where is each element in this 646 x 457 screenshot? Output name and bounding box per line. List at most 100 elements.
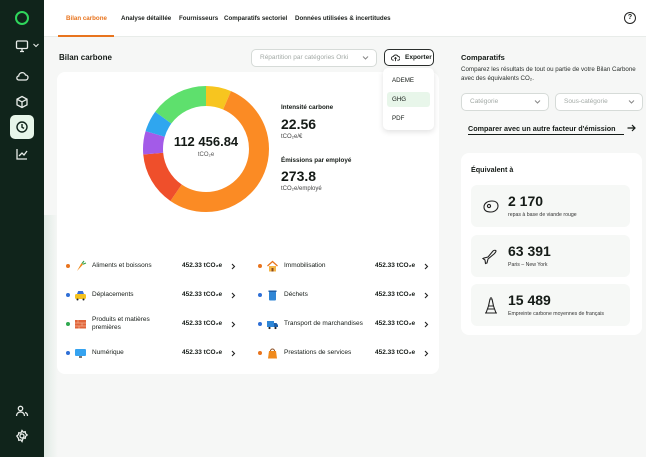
equivalent-item-flight: 63 391 Paris – New York	[471, 235, 630, 277]
category-dot	[258, 264, 262, 268]
category-row-numerique[interactable]: Numérique 452.33 tCO₂e	[66, 345, 246, 361]
section-title-bilan: Bilan carbone	[59, 53, 112, 62]
intensity-label: Intensité carbone	[281, 104, 334, 111]
cloud-icon[interactable]	[12, 66, 32, 86]
chevron-down-icon	[628, 100, 635, 104]
users-icon[interactable]	[12, 401, 32, 421]
donut-chart	[143, 86, 269, 212]
steak-icon	[483, 200, 499, 213]
export-option-ademe[interactable]: ADEME	[387, 73, 430, 88]
help-icon[interactable]: ?	[624, 12, 636, 24]
chevron-right-icon	[424, 350, 429, 357]
category-dot	[66, 293, 70, 297]
category-select[interactable]: Catégorie	[461, 93, 549, 111]
equivalent-label: Empreinte carbone moyennes de français	[508, 311, 605, 317]
compare-factor-link[interactable]: Comparer avec un autre facteur d'émissio…	[468, 124, 616, 133]
repartition-placeholder: Répartition par catégories Orki	[260, 54, 349, 61]
carrot-icon	[77, 260, 87, 271]
category-row-dechets[interactable]: Déchets 452.33 tCO₂e	[258, 287, 438, 303]
trash-icon	[268, 290, 277, 301]
export-option-pdf[interactable]: PDF	[387, 111, 430, 126]
category-label: Immobilisation	[284, 262, 326, 269]
content-shade	[44, 215, 58, 457]
repartition-select[interactable]: Répartition par catégories Orki	[251, 49, 377, 67]
equivalent-value: 63 391	[508, 243, 551, 259]
equivalent-label: Paris – New York	[508, 262, 548, 268]
tab-analyse-detaillee[interactable]: Analyse détaillée	[121, 15, 171, 22]
employee-unit: tCO₂e/employé	[281, 186, 322, 192]
truck-icon	[267, 321, 278, 330]
category-value: 452.33 tCO₂e	[182, 262, 223, 269]
donut-total: 112 456.84	[173, 134, 239, 149]
chevron-right-icon	[231, 263, 236, 270]
equivalent-label: repas à base de viande rouge	[508, 212, 577, 218]
export-option-ghg[interactable]: GHG	[387, 92, 430, 107]
tab-comparatifs-sectoriel[interactable]: Comparatifs sectoriel	[224, 15, 287, 22]
house-icon	[267, 260, 278, 272]
intensity-unit: tCO₂e/€	[281, 134, 303, 140]
category-dot	[258, 322, 262, 326]
chart-icon[interactable]	[12, 144, 32, 164]
intensity-value: 22.56	[281, 116, 317, 132]
compare-link-underline	[468, 134, 624, 135]
top-tab-bar: Bilan carbone Analyse détaillée Fourniss…	[44, 0, 646, 37]
comparatifs-description: Comparez les résultats de tout ou partie…	[461, 66, 636, 82]
category-row-transport[interactable]: Transport de marchandises 452.33 tCO₂e	[258, 316, 438, 332]
chevron-right-icon	[231, 350, 236, 357]
taxi-icon	[75, 291, 86, 301]
subcategory-placeholder: Sous-catégorie	[564, 98, 608, 105]
category-row-produits[interactable]: Produits et matières premières 452.33 tC…	[66, 316, 246, 332]
category-value: 452.33 tCO₂e	[375, 291, 416, 298]
equivalent-value: 15 489	[508, 292, 551, 308]
category-dot	[66, 351, 70, 355]
box-icon[interactable]	[12, 92, 32, 112]
equivalents-title: Équivalent à	[471, 165, 514, 174]
category-dot	[66, 322, 70, 326]
tab-donnees-incertitudes[interactable]: Données utilisées & incertitudes	[295, 15, 391, 22]
category-row-deplacements[interactable]: Déplacements 452.33 tCO₂e	[66, 287, 246, 303]
category-label: Aliments et boissons	[92, 262, 152, 269]
chevron-right-icon	[424, 292, 429, 299]
category-value: 452.33 tCO₂e	[182, 291, 223, 298]
sidebar	[0, 0, 44, 457]
eiffel-tower-icon	[485, 297, 497, 314]
arrow-right-icon[interactable]	[627, 124, 636, 132]
category-dot	[66, 264, 70, 268]
chevron-right-icon	[231, 321, 236, 328]
export-label: Exporter	[405, 54, 432, 61]
category-row-prestations[interactable]: Prestations de services 452.33 tCO₂e	[258, 345, 438, 361]
donut-unit: tCO₂e	[197, 152, 215, 158]
category-value: 452.33 tCO₂e	[375, 262, 416, 269]
category-row-immobilisation[interactable]: Immobilisation 452.33 tCO₂e	[258, 258, 438, 274]
category-label: Déplacements	[92, 291, 134, 298]
monitor-icon[interactable]	[12, 36, 32, 56]
equivalent-item-french-footprint: 15 489 Empreinte carbone moyennes de fra…	[471, 284, 630, 326]
chevron-right-icon	[424, 263, 429, 270]
export-button[interactable]: Exporter	[384, 49, 434, 66]
employee-label: Émissions par employé	[281, 157, 352, 164]
bricks-icon	[75, 320, 86, 329]
chevron-down-icon[interactable]	[32, 41, 40, 49]
cloud-upload-icon	[391, 54, 400, 62]
tab-fournisseurs[interactable]: Fournisseurs	[179, 15, 218, 22]
chevron-down-icon	[534, 100, 541, 104]
category-value: 452.33 tCO₂e	[182, 349, 223, 356]
category-label: Déchets	[284, 291, 308, 298]
chevron-down-icon	[362, 56, 369, 60]
subcategory-select[interactable]: Sous-catégorie	[555, 93, 643, 111]
category-dot	[258, 293, 262, 297]
equivalent-item-meal: 2 170 repas à base de viande rouge	[471, 185, 630, 227]
tab-bilan-carbone[interactable]: Bilan carbone	[66, 15, 107, 22]
active-tab-indicator	[58, 35, 114, 37]
export-dropdown: ADEME GHG PDF	[383, 68, 434, 130]
logo-ring[interactable]	[15, 11, 29, 25]
chevron-right-icon	[231, 292, 236, 299]
category-label: Transport de marchandises	[284, 320, 363, 327]
bag-icon	[268, 348, 277, 359]
settings-icon[interactable]	[12, 426, 32, 446]
category-label: Numérique	[92, 349, 124, 356]
employee-value: 273.8	[281, 168, 317, 184]
category-placeholder: Catégorie	[470, 98, 499, 105]
category-row-aliments[interactable]: Aliments et boissons 452.33 tCO₂e	[66, 258, 246, 274]
history-icon[interactable]	[10, 115, 34, 139]
